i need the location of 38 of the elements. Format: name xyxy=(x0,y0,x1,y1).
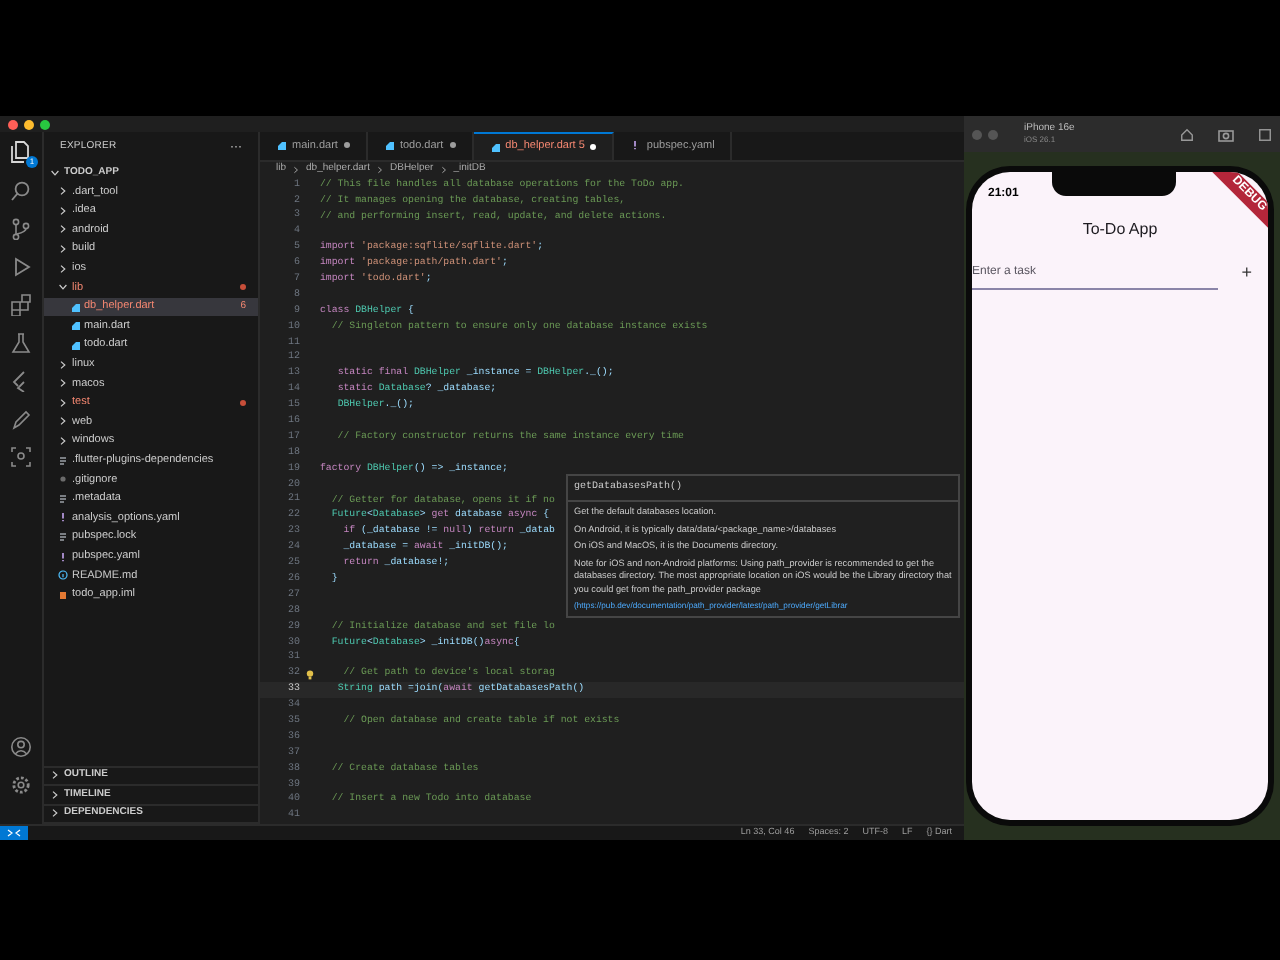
text-file-icon xyxy=(58,493,68,504)
search-icon[interactable] xyxy=(10,180,32,202)
module-file-icon xyxy=(58,589,68,600)
rotate-icon[interactable] xyxy=(1258,127,1272,141)
chevron-right-icon xyxy=(376,165,384,174)
add-task-button[interactable]: + xyxy=(1237,263,1256,281)
home-icon[interactable] xyxy=(1180,127,1194,141)
exclamation-icon xyxy=(58,512,68,523)
dart-file-icon xyxy=(383,140,394,151)
text-file-icon xyxy=(58,531,68,542)
camera-icon[interactable] xyxy=(1218,127,1234,141)
app-title: To-Do App xyxy=(1080,218,1160,242)
exclamation-icon xyxy=(58,551,68,562)
dart-file-icon xyxy=(489,141,500,152)
extensions-icon[interactable] xyxy=(10,294,32,316)
dart-file-icon xyxy=(276,140,286,151)
run-debug-icon[interactable] xyxy=(10,256,32,278)
minimize-window-icon[interactable] xyxy=(24,119,34,129)
exclamation-icon xyxy=(630,140,641,151)
notch xyxy=(1052,172,1176,196)
flask-icon[interactable] xyxy=(10,332,32,354)
pen-icon[interactable] xyxy=(10,408,32,430)
lightbulb-icon[interactable] xyxy=(306,669,314,680)
chevron-right-icon xyxy=(439,165,448,174)
account-icon[interactable] xyxy=(10,736,32,758)
info-icon xyxy=(58,570,68,581)
files-icon[interactable] xyxy=(10,140,32,164)
chevron-right-icon xyxy=(292,165,301,174)
chevron-down-icon xyxy=(58,282,68,293)
source-control-icon[interactable] xyxy=(10,218,32,240)
git-file-icon xyxy=(58,474,68,485)
zoom-window-icon[interactable] xyxy=(40,119,50,129)
text-file-icon xyxy=(58,455,68,466)
chevron-down-icon xyxy=(50,168,60,178)
remote-explorer-icon[interactable] xyxy=(10,446,32,468)
settings-icon[interactable] xyxy=(10,774,32,796)
remote-icon[interactable] xyxy=(0,826,28,840)
close-window-icon[interactable] xyxy=(8,119,18,129)
